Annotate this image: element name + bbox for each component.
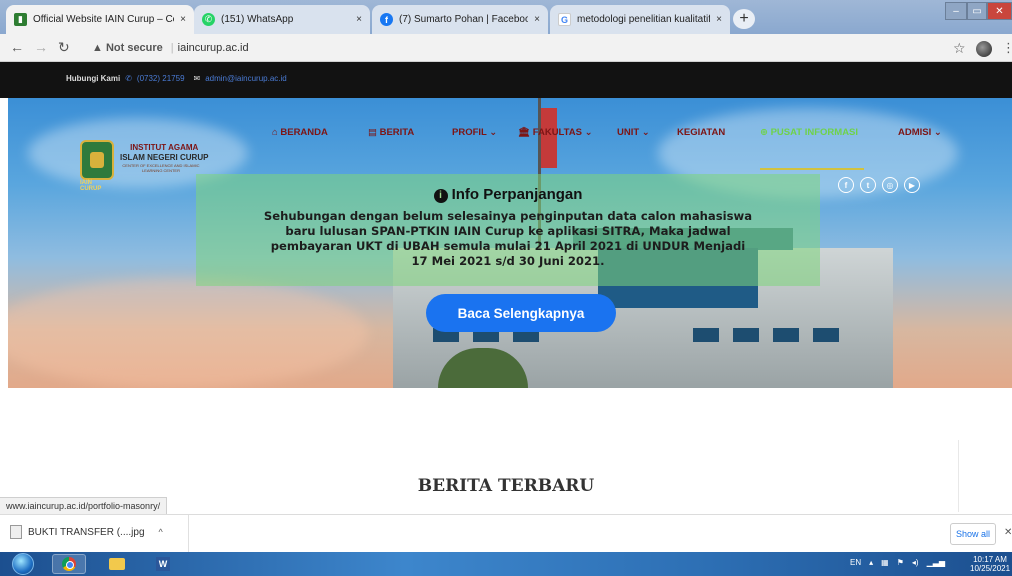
nav-profil[interactable]: PROFIL ⌄ xyxy=(452,127,497,138)
download-filename: BUKTI TRANSFER (....jpg xyxy=(28,526,145,538)
tab-title: metodologi penelitian kualitatif - xyxy=(577,14,711,25)
start-button[interactable] xyxy=(12,553,34,575)
tab-google-search[interactable]: G metodologi penelitian kualitatif - × xyxy=(550,5,730,34)
active-menu-underline xyxy=(760,168,864,170)
network-icon[interactable]: ▦ xyxy=(881,558,889,567)
taskbar-chrome[interactable] xyxy=(52,554,86,574)
back-arrow-icon[interactable]: ← xyxy=(10,39,24,55)
tab-facebook[interactable]: f (7) Sumarto Pohan | Facebook × xyxy=(372,5,548,34)
show-all-button[interactable]: Show all xyxy=(950,523,996,545)
show-hidden-icons-icon[interactable]: ▴ xyxy=(869,558,873,567)
info-icon: i xyxy=(433,189,448,203)
site-logo[interactable]: IAIN CURUP INSTITUT AGAMA ISLAM NEGERI C… xyxy=(80,140,209,192)
facebook-icon[interactable]: f xyxy=(838,177,854,193)
nav-berita[interactable]: ▤ BERITA xyxy=(368,127,414,138)
download-item[interactable]: BUKTI TRANSFER (....jpg ^ xyxy=(10,525,163,539)
info-body: Sehubungan dengan belum selesainya pengi… xyxy=(210,209,806,269)
minimize-button[interactable]: – xyxy=(945,2,967,20)
nav-admisi[interactable]: ADMISI ⌄ xyxy=(898,127,942,138)
info-line: baru lulusan SPAN-PTKIN IAIN Curup ke ap… xyxy=(285,224,731,238)
address-bar: ← → ↻ ▲ Not secure | iaincurup.ac.id ☆ ⋮ xyxy=(0,34,1012,62)
folder-icon xyxy=(109,558,125,570)
site-topbar: Hubungi Kami ✆ (0732) 21759 ✉ admin@iain… xyxy=(0,62,1012,98)
language-indicator[interactable]: EN xyxy=(850,558,861,567)
divider xyxy=(958,440,959,512)
image-file-icon xyxy=(10,525,22,539)
chevron-up-icon[interactable]: ^ xyxy=(159,527,163,537)
social-links: f t ◎ ▶ xyxy=(838,177,920,193)
tab-whatsapp[interactable]: ✆ (151) WhatsApp × xyxy=(194,5,370,34)
instagram-icon[interactable]: ◎ xyxy=(882,177,898,193)
info-line: Sehubungan dengan belum selesainya pengi… xyxy=(263,209,753,223)
phone-link[interactable]: (0732) 21759 xyxy=(137,74,185,83)
nav-unit[interactable]: UNIT ⌄ xyxy=(617,127,650,138)
flag-icon[interactable]: ⚑ xyxy=(897,558,904,567)
info-title-text: Info Perpanjangan xyxy=(451,186,583,203)
youtube-icon[interactable]: ▶ xyxy=(904,177,920,193)
close-tab-icon[interactable]: × xyxy=(534,14,540,25)
tab-title: Official Website IAIN Curup – Ce xyxy=(33,14,175,25)
phone-icon: ✆ xyxy=(125,74,132,83)
forward-arrow-icon[interactable]: → xyxy=(34,39,48,55)
contact-info: Hubungi Kami ✆ (0732) 21759 ✉ admin@iain… xyxy=(66,74,287,83)
close-tab-icon[interactable]: × xyxy=(716,14,722,25)
close-tab-icon[interactable]: × xyxy=(180,14,186,25)
tab-iain-curup[interactable]: ▮ Official Website IAIN Curup – Ce × xyxy=(6,5,194,34)
logo-line-1: INSTITUT AGAMA xyxy=(130,143,199,152)
profile-avatar[interactable] xyxy=(976,41,992,57)
system-tray: EN ▴ ▦ ⚑ ◂) ▁▃▅ xyxy=(850,558,945,567)
nav-pusat-informasi[interactable]: ⊕ PUSAT INFORMASI xyxy=(760,127,858,138)
maximize-button[interactable]: ▭ xyxy=(967,2,987,20)
browser-menu-icon[interactable]: ⋮ xyxy=(1002,40,1012,56)
section-heading-berita-terbaru: BERITA TERBARU xyxy=(417,476,595,496)
reload-icon[interactable]: ↻ xyxy=(58,39,70,56)
status-bar-url: www.iaincurup.ac.id/portfolio-masonry/ xyxy=(0,497,168,515)
mail-icon: ✉ xyxy=(193,74,201,83)
iain-emblem-icon: IAIN CURUP xyxy=(80,140,114,192)
logo-line-2: ISLAM NEGERI CURUP xyxy=(120,153,209,162)
info-title: i Info Perpanjangan xyxy=(196,186,820,203)
browser-tabstrip: ▮ Official Website IAIN Curup – Ce × ✆ (… xyxy=(0,0,1012,34)
windows-taskbar: W EN ▴ ▦ ⚑ ◂) ▁▃▅ 10:17 AM 10/25/2021 xyxy=(0,552,1012,576)
taskbar-clock[interactable]: 10:17 AM 10/25/2021 xyxy=(970,555,1010,573)
word-icon: W xyxy=(156,557,170,571)
facebook-favicon-icon: f xyxy=(380,13,393,26)
bookmark-star-icon[interactable]: ☆ xyxy=(953,40,966,57)
close-icon[interactable]: ✕ xyxy=(1004,527,1012,538)
nav-beranda[interactable]: ⌂ BERANDA xyxy=(272,127,328,138)
close-tab-icon[interactable]: × xyxy=(356,14,362,25)
clock-date: 10/25/2021 xyxy=(970,564,1011,573)
logo-badge: IAIN CURUP xyxy=(80,180,102,192)
url-text: iaincurup.ac.id xyxy=(177,42,249,54)
taskbar-explorer[interactable] xyxy=(100,554,134,574)
new-tab-button[interactable]: + xyxy=(733,9,755,29)
clock-time: 10:17 AM xyxy=(973,555,1007,564)
url-field[interactable]: ▲ Not secure | iaincurup.ac.id xyxy=(92,42,249,54)
tab-title: (7) Sumarto Pohan | Facebook xyxy=(399,14,529,25)
nav-fakultas[interactable]: 🏛 FAKULTAS ⌄ xyxy=(518,127,593,138)
read-more-button[interactable]: Baca Selengkapnya xyxy=(426,294,616,332)
contact-label: Hubungi Kami xyxy=(66,74,121,83)
flag xyxy=(541,108,557,168)
tab-title: (151) WhatsApp xyxy=(221,14,294,25)
download-shelf: BUKTI TRANSFER (....jpg ^ Show all ✕ xyxy=(0,514,1012,553)
whatsapp-favicon-icon: ✆ xyxy=(202,13,215,26)
logo-tagline: CENTER OF EXCELLENCE AND ISLAMIC LEARNIN… xyxy=(122,163,200,173)
taskbar-word[interactable]: W xyxy=(146,554,180,574)
close-window-button[interactable]: ✕ xyxy=(987,2,1012,20)
info-line: pembayaran UKT di UBAH semula mulai 21 A… xyxy=(270,239,746,253)
email-link[interactable]: admin@iaincurup.ac.id xyxy=(205,74,287,83)
signal-icon[interactable]: ▁▃▅ xyxy=(927,558,945,567)
volume-icon[interactable]: ◂) xyxy=(912,558,919,567)
google-favicon-icon: G xyxy=(558,13,571,26)
chrome-icon xyxy=(62,557,76,571)
twitter-icon[interactable]: t xyxy=(860,177,876,193)
info-line: 17 Mei 2021 s/d 30 Juni 2021. xyxy=(411,254,605,268)
iain-favicon-icon: ▮ xyxy=(14,13,27,26)
nav-kegiatan[interactable]: KEGIATAN xyxy=(677,127,725,138)
not-secure-indicator[interactable]: ▲ Not secure xyxy=(92,42,163,54)
